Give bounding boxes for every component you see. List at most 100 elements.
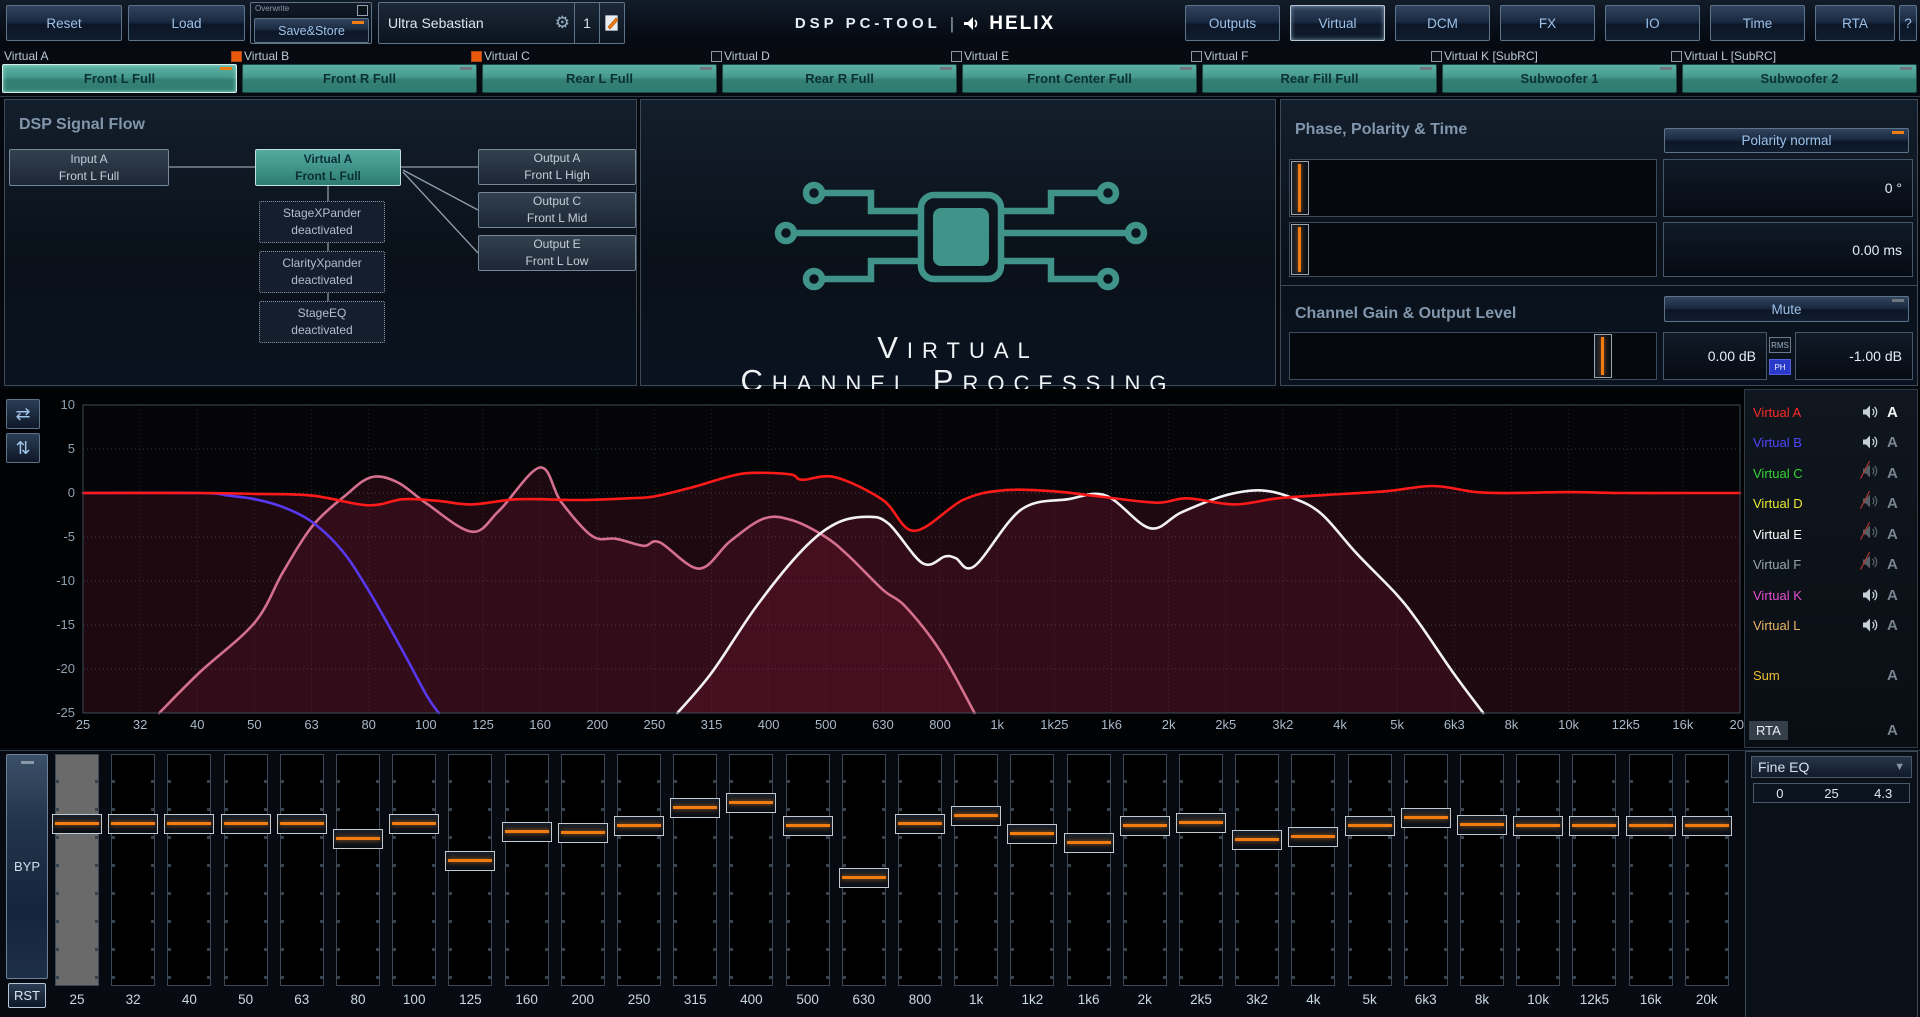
eq-track-63[interactable] [280, 754, 324, 986]
polarity-button[interactable]: Polarity normal [1664, 128, 1909, 153]
eq-track-32[interactable] [111, 754, 155, 986]
tab-label-virtual-c[interactable]: Virtual C [484, 49, 530, 63]
eq-track-25[interactable] [55, 754, 99, 986]
nav-button-outputs[interactable]: Outputs [1185, 5, 1280, 41]
gear-icon[interactable]: ⚙ [551, 13, 574, 33]
gain-slider-handle[interactable] [1594, 334, 1612, 378]
eq-handle-400[interactable] [726, 793, 776, 813]
auto-setup-badge[interactable]: A [1887, 404, 1917, 421]
flow-stageeq-box[interactable]: StageEQdeactivated [259, 301, 385, 343]
eq-handle-50[interactable] [221, 814, 271, 834]
load-button[interactable]: Load [128, 5, 245, 41]
eq-bypass-button[interactable]: BYP [6, 754, 48, 979]
eq-handle-6k3[interactable] [1401, 808, 1451, 828]
eq-handle-12k5[interactable] [1569, 816, 1619, 836]
auto-setup-badge[interactable]: A [1887, 495, 1917, 512]
auto-setup-badge[interactable]: A [1887, 526, 1917, 543]
eq-handle-1k6[interactable] [1064, 833, 1114, 853]
eq-handle-2k[interactable] [1120, 816, 1170, 836]
tab-label-virtual-k--subrc-[interactable]: Virtual K [SubRC] [1444, 49, 1538, 63]
auto-setup-badge[interactable]: A [1887, 434, 1917, 451]
eq-handle-4k[interactable] [1288, 827, 1338, 847]
nav-button-fx[interactable]: FX [1500, 5, 1595, 41]
eq-track-16k[interactable] [1629, 754, 1673, 986]
eq-track-10k[interactable] [1516, 754, 1560, 986]
nav-button-io[interactable]: IO [1605, 5, 1700, 41]
eq-handle-1k[interactable] [951, 806, 1001, 826]
tab-label-virtual-f[interactable]: Virtual F [1204, 49, 1248, 63]
eq-handle-200[interactable] [558, 823, 608, 843]
channel-button-front-l-full[interactable]: Front L Full [2, 64, 237, 93]
flow-input-box[interactable]: Input AFront L Full [9, 149, 169, 186]
eq-handle-8k[interactable] [1457, 815, 1507, 835]
tab-label-virtual-a[interactable]: Virtual A [4, 49, 48, 63]
speaker-icon[interactable] [1853, 618, 1887, 632]
fine-eq-dropdown[interactable]: Fine EQ ▼ [1751, 756, 1912, 778]
save-store-button[interactable]: Save&Store [254, 18, 369, 43]
eq-track-4k[interactable] [1291, 754, 1335, 986]
tab-checkbox[interactable] [1191, 51, 1202, 62]
eq-handle-100[interactable] [389, 814, 439, 834]
fine-eq-hz-value[interactable]: 25 [1806, 784, 1858, 802]
eq-handle-20k[interactable] [1682, 816, 1732, 836]
eq-handle-125[interactable] [445, 851, 495, 871]
channel-button-subwoofer-1[interactable]: Subwoofer 1 [1442, 64, 1677, 93]
tab-checkbox[interactable] [951, 51, 962, 62]
auto-setup-badge[interactable]: A [1887, 667, 1917, 684]
eq-track-40[interactable] [167, 754, 211, 986]
preset-number[interactable]: 1 [575, 15, 599, 31]
speaker-icon[interactable] [1853, 405, 1887, 419]
eq-track-12k5[interactable] [1572, 754, 1616, 986]
rms-badge[interactable]: RMS [1769, 337, 1791, 353]
phase-slider-handle[interactable] [1291, 161, 1309, 215]
eq-handle-10k[interactable] [1513, 816, 1563, 836]
tab-checkbox[interactable] [231, 51, 242, 62]
eq-handle-1k2[interactable] [1007, 824, 1057, 844]
preset-name-field[interactable]: Ultra Sebastian ⚙ 1 [378, 2, 625, 44]
tab-label-virtual-d[interactable]: Virtual D [724, 49, 770, 63]
speaker-muted-icon[interactable]: ╱ [1853, 555, 1887, 574]
eq-handle-3k2[interactable] [1232, 830, 1282, 850]
eq-handle-500[interactable] [783, 816, 833, 836]
speaker-icon[interactable] [1853, 435, 1887, 449]
eq-track-1k2[interactable] [1010, 754, 1054, 986]
speaker-muted-icon[interactable]: ╱ [1853, 464, 1887, 483]
eq-track-160[interactable] [505, 754, 549, 986]
tab-checkbox[interactable] [711, 51, 722, 62]
eq-handle-630[interactable] [839, 868, 889, 888]
channel-button-rear-l-full[interactable]: Rear L Full [482, 64, 717, 93]
channel-button-rear-fill-full[interactable]: Rear Fill Full [1202, 64, 1437, 93]
eq-track-500[interactable] [786, 754, 830, 986]
auto-setup-badge[interactable]: A [1887, 722, 1917, 739]
delay-ms-value[interactable]: 0.00 ms [1663, 222, 1913, 277]
eq-track-315[interactable] [673, 754, 717, 986]
eq-track-80[interactable] [336, 754, 380, 986]
eq-handle-250[interactable] [614, 816, 664, 836]
eq-handle-16k[interactable] [1626, 816, 1676, 836]
flow-output-c-box[interactable]: Output CFront L Mid [478, 192, 636, 228]
eq-track-200[interactable] [561, 754, 605, 986]
nav-button-time[interactable]: Time [1710, 5, 1805, 41]
flow-clarityxpander-box[interactable]: ClarityXpanderdeactivated [259, 251, 385, 293]
mute-button[interactable]: Mute [1664, 296, 1909, 322]
eq-track-6k3[interactable] [1404, 754, 1448, 986]
zoom-vertical-button[interactable]: ⇅ [6, 433, 40, 463]
gain-slider[interactable] [1289, 332, 1657, 380]
tab-checkbox[interactable] [471, 51, 482, 62]
nav-button-virtual[interactable]: Virtual [1290, 5, 1385, 41]
auto-setup-badge[interactable]: A [1887, 556, 1917, 573]
overwrite-checkbox[interactable] [357, 5, 368, 16]
eq-handle-32[interactable] [108, 814, 158, 834]
phase-slider[interactable] [1289, 159, 1657, 217]
eq-track-2k5[interactable] [1179, 754, 1223, 986]
flow-output-a-box[interactable]: Output AFront L High [478, 149, 636, 185]
tab-label-virtual-b[interactable]: Virtual B [244, 49, 289, 63]
nav-button-dcm[interactable]: DCM [1395, 5, 1490, 41]
eq-handle-80[interactable] [333, 829, 383, 849]
flow-output-e-box[interactable]: Output EFront L Low [478, 235, 636, 271]
fine-eq-q-value[interactable]: 4.3 [1857, 784, 1909, 802]
eq-handle-40[interactable] [164, 814, 214, 834]
zoom-horizontal-button[interactable]: ⇄ [6, 399, 40, 429]
eq-reset-button[interactable]: RST [8, 983, 46, 1008]
tab-checkbox[interactable] [1671, 51, 1682, 62]
